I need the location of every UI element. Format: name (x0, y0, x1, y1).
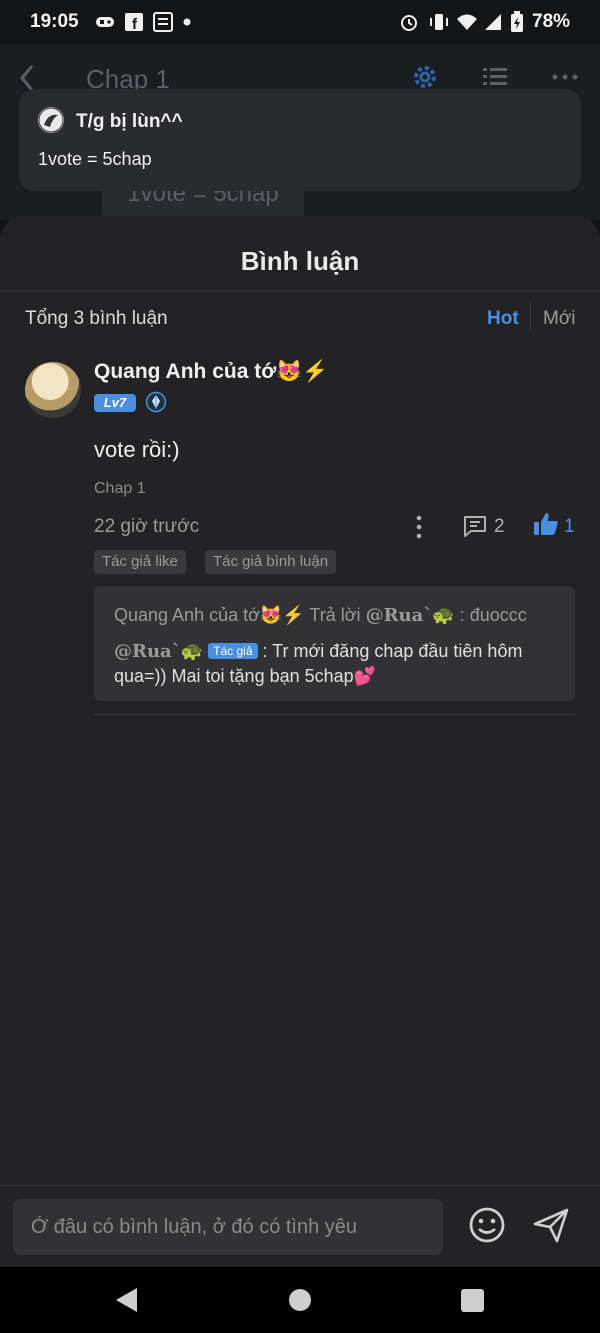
reply-1-text: : đuoccc (454, 605, 527, 625)
sort-hot-tab[interactable]: Hot (487, 308, 519, 330)
reply-line-2: @Rua`🐢 Tác giả : Tr mới đăng chap đầu ti… (114, 639, 554, 688)
notification-avatar (38, 107, 64, 133)
reply-icon[interactable] (462, 513, 488, 544)
sheet-title: Bình luận (240, 246, 360, 276)
comment-author[interactable]: Quang Anh của tớ😻⚡ (94, 360, 328, 384)
status-bar: 19:05 f 78% (0, 0, 600, 44)
alarm-icon (398, 12, 420, 32)
send-icon[interactable] (530, 1204, 572, 1251)
gamepad-icon (94, 12, 116, 32)
like-count: 1 (564, 516, 575, 537)
facebook-icon: f (123, 12, 145, 32)
level-badge: Lv7 (94, 394, 136, 412)
vibrate-icon (428, 12, 450, 32)
author-like-tag: Tác giả like (94, 550, 186, 574)
author-tag: Tác giả (208, 643, 258, 659)
notification-text: 1vote = 5chap (38, 149, 152, 169)
signal-icon (482, 12, 504, 32)
reply-1-mention[interactable]: @Rua`🐢 (366, 605, 455, 626)
comment-total: Tổng 3 bình luận (25, 308, 168, 329)
baomoi-icon (152, 12, 174, 32)
notification-user: T/g bị lùn^^ (76, 111, 183, 132)
reply-thread[interactable]: Quang Anh của tớ😻⚡ Trả lời @Rua`🐢 : đuoc… (94, 586, 575, 701)
comment-divider (94, 714, 575, 715)
nav-home-icon[interactable] (289, 1289, 311, 1311)
sort-divider (530, 302, 531, 332)
reply-count: 2 (494, 516, 505, 537)
reply-line-1: Quang Anh của tớ😻⚡ Trả lời @Rua`🐢 : đuoc… (114, 605, 527, 626)
wifi-icon (456, 12, 478, 32)
comment-time: 22 giờ trước (94, 516, 200, 537)
comment-input-bar (0, 1185, 600, 1268)
status-time: 19:05 (30, 11, 79, 32)
dot-icon (176, 12, 198, 32)
rank-badge-icon (145, 391, 167, 413)
comment-more-icon[interactable] (410, 514, 428, 545)
author-comment-tag: Tác giả bình luận (205, 550, 337, 574)
battery-percent: 78% (532, 11, 571, 32)
title-divider (0, 291, 600, 292)
nav-recents-icon[interactable] (461, 1289, 484, 1312)
battery-icon (506, 11, 528, 32)
notification-popup[interactable]: T/g bị lùn^^ 1vote = 5chap (19, 89, 581, 191)
emoji-icon[interactable] (466, 1204, 508, 1251)
comments-sheet: Bình luận Tổng 3 bình luận Hot Mới Quang… (0, 216, 600, 1266)
system-nav-bar (0, 1267, 600, 1333)
sort-new-tab[interactable]: Mới (543, 308, 576, 330)
avatar[interactable] (25, 362, 81, 418)
comment-input[interactable] (13, 1199, 443, 1255)
like-icon[interactable] (532, 510, 560, 543)
comment-text: vote rồi:) (94, 437, 180, 462)
reply-2-author[interactable]: @Rua`🐢 (114, 641, 203, 662)
reply-1-prefix: Quang Anh của tớ😻⚡ Trả lời (114, 605, 361, 625)
nav-back-icon[interactable] (113, 1285, 139, 1320)
comment-chapter[interactable]: Chap 1 (94, 480, 146, 498)
